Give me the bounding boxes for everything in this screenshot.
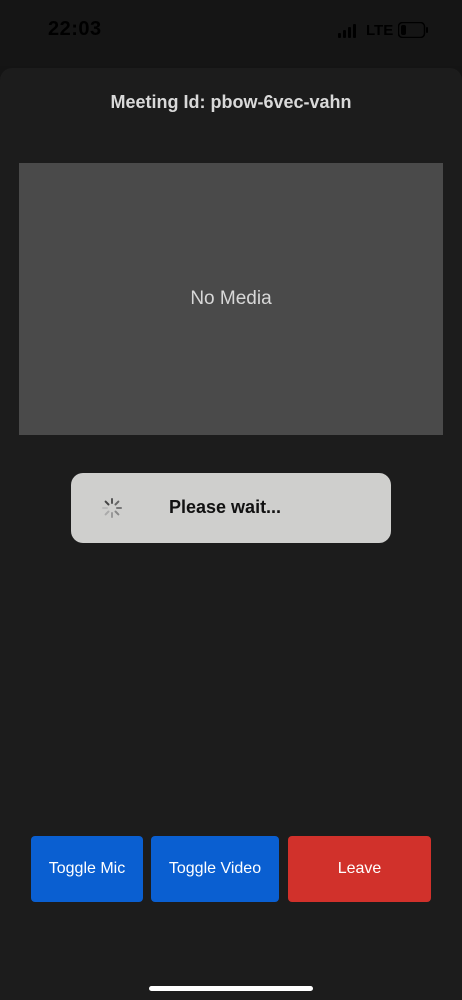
meeting-sheet: Meeting Id: pbow-6vec-vahn No Media Plea… <box>0 68 462 1000</box>
app-screen: 22:03 LTE Meeting Id: pbow-6vec-vahn No … <box>0 0 462 1000</box>
home-indicator[interactable] <box>149 986 313 991</box>
meeting-id-title: Meeting Id: pbow-6vec-vahn <box>110 92 352 112</box>
spinner-icon <box>102 498 122 518</box>
media-view: No Media <box>19 163 443 435</box>
toggle-video-button[interactable]: Toggle Video <box>151 836 279 902</box>
loading-toast: Please wait... <box>71 473 391 543</box>
please-wait-text: Please wait... <box>169 497 282 517</box>
status-time: 22:03 <box>48 18 102 40</box>
no-media-label: No Media <box>190 288 272 309</box>
status-bar: 22:03 LTE <box>0 0 462 66</box>
signal-icon <box>338 24 356 38</box>
toggle-mic-button[interactable]: Toggle Mic <box>31 836 143 902</box>
leave-button[interactable]: Leave <box>288 836 431 902</box>
battery-icon <box>398 22 428 38</box>
network-label: LTE <box>366 22 394 39</box>
